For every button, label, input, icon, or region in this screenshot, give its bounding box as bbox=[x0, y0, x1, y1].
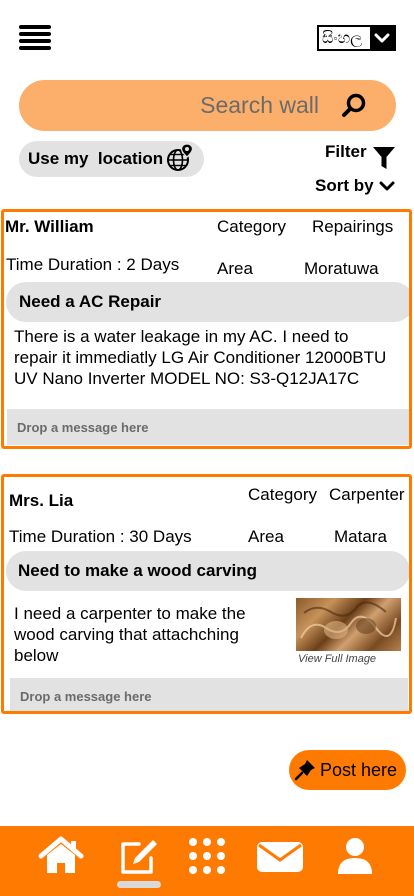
filter-label: Filter bbox=[325, 142, 367, 161]
poster-name: Mrs. Lia bbox=[9, 491, 74, 510]
category-label: Category bbox=[248, 485, 317, 504]
use-my-location-button[interactable]: Use my location bbox=[19, 141, 204, 177]
filter-funnel-icon bbox=[372, 147, 395, 169]
search-bar[interactable] bbox=[19, 80, 396, 131]
nav-mail[interactable] bbox=[255, 834, 305, 878]
apps-grid-icon bbox=[189, 838, 225, 874]
post-here-label: Post here bbox=[320, 760, 398, 780]
area-value: Matara bbox=[334, 527, 387, 546]
home-icon bbox=[38, 836, 84, 873]
time-duration: Time Duration : 2 Days bbox=[6, 255, 180, 274]
nav-home[interactable] bbox=[36, 834, 86, 878]
nav-edit[interactable] bbox=[114, 834, 164, 878]
message-bar[interactable] bbox=[10, 678, 408, 711]
wood-carving-image[interactable] bbox=[296, 598, 401, 651]
nav-apps[interactable] bbox=[182, 834, 232, 878]
globe-location-icon bbox=[167, 143, 194, 171]
post-title: Need a AC Repair bbox=[19, 292, 162, 311]
post-card[interactable]: Mr. William Category Repairings Time Dur… bbox=[1, 209, 412, 449]
message-input[interactable] bbox=[7, 419, 409, 435]
sort-by-button[interactable]: Sort by bbox=[315, 176, 396, 196]
area-label: Area bbox=[217, 259, 253, 278]
language-selector[interactable]: සිංහල bbox=[317, 25, 396, 51]
post-card[interactable]: Mrs. Lia Category Carpenter Time Duratio… bbox=[1, 474, 412, 714]
use-my-location-label: Use my location bbox=[28, 149, 164, 168]
active-tab-indicator bbox=[117, 881, 161, 888]
post-title: Need to make a wood carving bbox=[18, 561, 258, 580]
search-icon[interactable] bbox=[340, 92, 368, 120]
message-bar[interactable] bbox=[7, 409, 409, 445]
chevron-down-icon bbox=[370, 27, 394, 49]
chevron-down-icon bbox=[379, 181, 395, 191]
message-input[interactable] bbox=[10, 688, 408, 704]
nav-profile[interactable] bbox=[330, 834, 380, 878]
bottom-navigation bbox=[0, 826, 414, 896]
pin-icon bbox=[294, 760, 315, 781]
post-title-bar: Need a AC Repair bbox=[6, 282, 409, 322]
edit-icon bbox=[121, 840, 157, 874]
post-description: There is a water leakage in my AC. I nee… bbox=[14, 327, 387, 388]
post-here-button[interactable]: Post here bbox=[289, 750, 406, 790]
mail-icon bbox=[257, 842, 303, 872]
category-value: Carpenter bbox=[329, 485, 405, 504]
search-input[interactable] bbox=[19, 80, 319, 131]
area-label: Area bbox=[248, 527, 284, 546]
sort-by-label: Sort by bbox=[315, 176, 374, 195]
filter-button[interactable]: Filter bbox=[325, 142, 396, 171]
poster-name: Mr. William bbox=[5, 217, 94, 236]
category-label: Category bbox=[217, 217, 286, 236]
profile-icon bbox=[338, 838, 372, 874]
post-title-bar: Need to make a wood carving bbox=[6, 551, 409, 591]
post-description: I need a carpenter to make the wood carv… bbox=[14, 604, 246, 665]
area-value: Moratuwa bbox=[304, 259, 379, 278]
hamburger-menu-icon[interactable] bbox=[19, 25, 51, 50]
time-duration: Time Duration : 30 Days bbox=[9, 527, 192, 546]
view-full-image-link[interactable]: View Full Image bbox=[298, 653, 376, 665]
category-value: Repairings bbox=[312, 217, 394, 236]
language-label: සිංහල bbox=[322, 28, 363, 47]
